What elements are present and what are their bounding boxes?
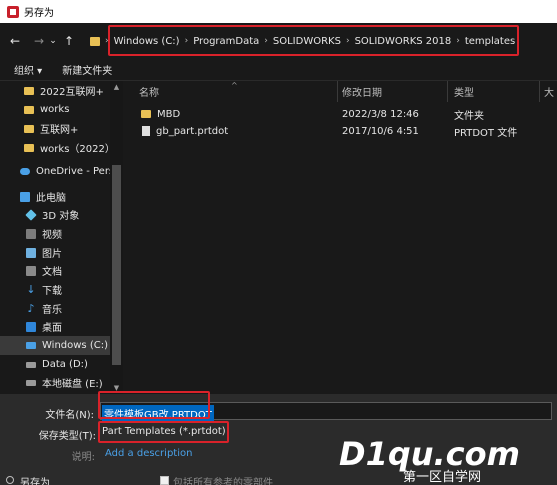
file-name-cell: gb_part.prtdot xyxy=(142,125,229,137)
sidebar-item-desktop[interactable]: 桌面 xyxy=(0,317,110,336)
new-folder-button[interactable]: 新建文件夹 xyxy=(62,62,112,77)
description-label: 说明: xyxy=(71,452,95,463)
sidebar-item-label: Windows (C:) xyxy=(42,340,108,351)
toolbar: 组织 ▾ 新建文件夹 xyxy=(0,59,557,81)
sidebar-item-label: 3D 对象 xyxy=(42,211,80,222)
sidebar-item-videos[interactable]: 视频 xyxy=(0,224,110,243)
folder-icon xyxy=(24,86,34,95)
sidebar-item-label: OneDrive - Perso xyxy=(36,166,121,177)
video-icon xyxy=(26,228,36,239)
computer-icon xyxy=(20,191,30,202)
sidebar-item-label: 互联网+ xyxy=(40,125,79,136)
scroll-up-icon[interactable]: ▲ xyxy=(110,83,123,91)
download-icon: ↓ xyxy=(26,282,36,296)
address-highlight-box xyxy=(108,25,519,56)
sidebar-item-works[interactable]: works xyxy=(0,100,110,119)
cube-icon xyxy=(25,208,37,221)
sort-up-icon: ^ xyxy=(231,81,238,90)
drive-icon xyxy=(26,361,36,368)
save-type-label: 保存类型(T): xyxy=(38,431,96,442)
sidebar-item-label: 下载 xyxy=(42,286,62,297)
sidebar-item-label: 此电脑 xyxy=(36,193,66,204)
file-type: PRTDOT 文件 xyxy=(454,127,518,139)
include-references-label: 包括所有参考的零部件 xyxy=(173,478,273,485)
windows-drive-icon xyxy=(26,342,36,349)
desktop-icon xyxy=(26,321,36,332)
sidebar-item-onedrive[interactable]: OneDrive - Perso xyxy=(0,162,120,181)
window-title: 另存为 xyxy=(24,8,54,19)
sidebar-item-pictures[interactable]: 图片 xyxy=(0,243,110,262)
sidebar-item-label: works（2022） xyxy=(40,144,115,155)
folder-icon xyxy=(24,105,34,114)
up-arrow-icon[interactable]: ↑ xyxy=(60,34,78,48)
table-row[interactable]: MBD 2022/3/8 12:46 文件夹 xyxy=(123,106,557,122)
table-row[interactable]: gb_part.prtdot 2017/10/6 4:51 PRTDOT 文件 xyxy=(123,123,557,139)
column-header-label: 类型 xyxy=(454,88,474,99)
recent-locations-chevron-icon[interactable]: ⌄ xyxy=(48,36,58,46)
save-as-label: 另存为 xyxy=(20,478,50,485)
picture-icon xyxy=(26,247,36,258)
document-icon xyxy=(26,265,36,276)
sidebar-item-label: 2022互联网+ xyxy=(40,87,104,98)
sidebar-item-this-pc[interactable]: 此电脑 xyxy=(0,187,110,206)
navigation-pane: 2022互联网+ works 互联网+ works（2022） OneDrive… xyxy=(0,81,123,394)
sidebar-item-music[interactable]: ♪ 音乐 xyxy=(0,299,110,318)
column-header-date[interactable]: 修改日期 xyxy=(338,81,448,102)
sidebar-item-label: works xyxy=(40,104,70,115)
sidebar-item-3d-objects[interactable]: 3D 对象 xyxy=(0,205,110,224)
column-header-name[interactable]: 名称 ^ xyxy=(123,81,338,102)
file-name-cell: MBD xyxy=(141,109,180,120)
column-header-label: 名称 xyxy=(139,88,159,99)
organize-menu-button[interactable]: 组织 ▾ xyxy=(14,62,42,77)
sidebar-item-works-2022[interactable]: works（2022） xyxy=(0,138,115,157)
sidebar-item-windows-c[interactable]: Windows (C:) xyxy=(0,336,110,355)
filename-label: 文件名(N): xyxy=(45,410,94,421)
expand-toggle-icon[interactable] xyxy=(6,476,14,484)
add-description-link[interactable]: Add a description xyxy=(105,448,192,459)
navigation-scrollbar[interactable]: ▲ ▼ xyxy=(110,81,123,394)
watermark-main-text: D1qu.com xyxy=(339,435,520,473)
title-bar: 另存为 xyxy=(0,0,557,23)
watermark-logo: D1qu.com 第一区自学网 xyxy=(339,435,520,485)
sidebar-item-label: Data (D:) xyxy=(42,359,88,370)
folder-icon xyxy=(90,36,100,46)
cloud-icon xyxy=(20,168,30,175)
sidebar-item-downloads[interactable]: ↓ 下载 xyxy=(0,280,110,299)
sidebar-item-label: 图片 xyxy=(42,249,62,260)
sidebar-item-label: 视频 xyxy=(42,230,62,241)
file-icon xyxy=(142,125,150,136)
file-type: 文件夹 xyxy=(454,110,484,122)
forward-arrow-icon[interactable]: → xyxy=(30,34,48,48)
include-references-checkbox[interactable] xyxy=(160,476,169,485)
column-header-label: 修改日期 xyxy=(342,88,382,99)
file-date: 2022/3/8 12:46 xyxy=(342,108,419,120)
file-name: MBD xyxy=(157,108,181,120)
filename-highlight-box xyxy=(98,391,210,419)
drive-icon xyxy=(26,379,36,386)
sidebar-item-data-d[interactable]: Data (D:) xyxy=(0,355,110,374)
solidworks-app-icon xyxy=(7,5,19,18)
watermark-sub-text: 第一区自学网 xyxy=(403,469,481,485)
column-header-type[interactable]: 类型 xyxy=(448,81,540,102)
sidebar-item-internet[interactable]: 互联网+ xyxy=(0,119,110,138)
sidebar-item-documents[interactable]: 文档 xyxy=(0,261,110,280)
savetype-highlight-box xyxy=(98,421,229,443)
folder-icon xyxy=(24,143,34,152)
sidebar-item-label: 本地磁盘 (E:) xyxy=(42,379,103,390)
column-header-size[interactable]: 大 xyxy=(540,81,557,102)
folder-icon xyxy=(24,124,34,133)
back-arrow-icon[interactable]: ← xyxy=(6,34,24,48)
file-name: gb_part.prtdot xyxy=(156,125,229,137)
sidebar-item-local-disk-e[interactable]: 本地磁盘 (E:) xyxy=(0,373,110,392)
folder-icon xyxy=(141,109,151,118)
sidebar-item-2022-internet[interactable]: 2022互联网+ xyxy=(0,81,110,100)
sidebar-item-label: 桌面 xyxy=(42,323,62,334)
file-list-pane: 名称 ^ 修改日期 类型 大 MBD 2022/3/8 12:46 文件夹 gb… xyxy=(123,81,557,394)
file-date: 2017/10/6 4:51 xyxy=(342,125,419,137)
column-header-label: 大 xyxy=(544,88,554,99)
sidebar-item-label: 文档 xyxy=(42,267,62,278)
music-icon: ♪ xyxy=(27,301,35,315)
sidebar-item-label: 音乐 xyxy=(42,305,62,316)
scrollbar-thumb[interactable] xyxy=(112,165,121,365)
